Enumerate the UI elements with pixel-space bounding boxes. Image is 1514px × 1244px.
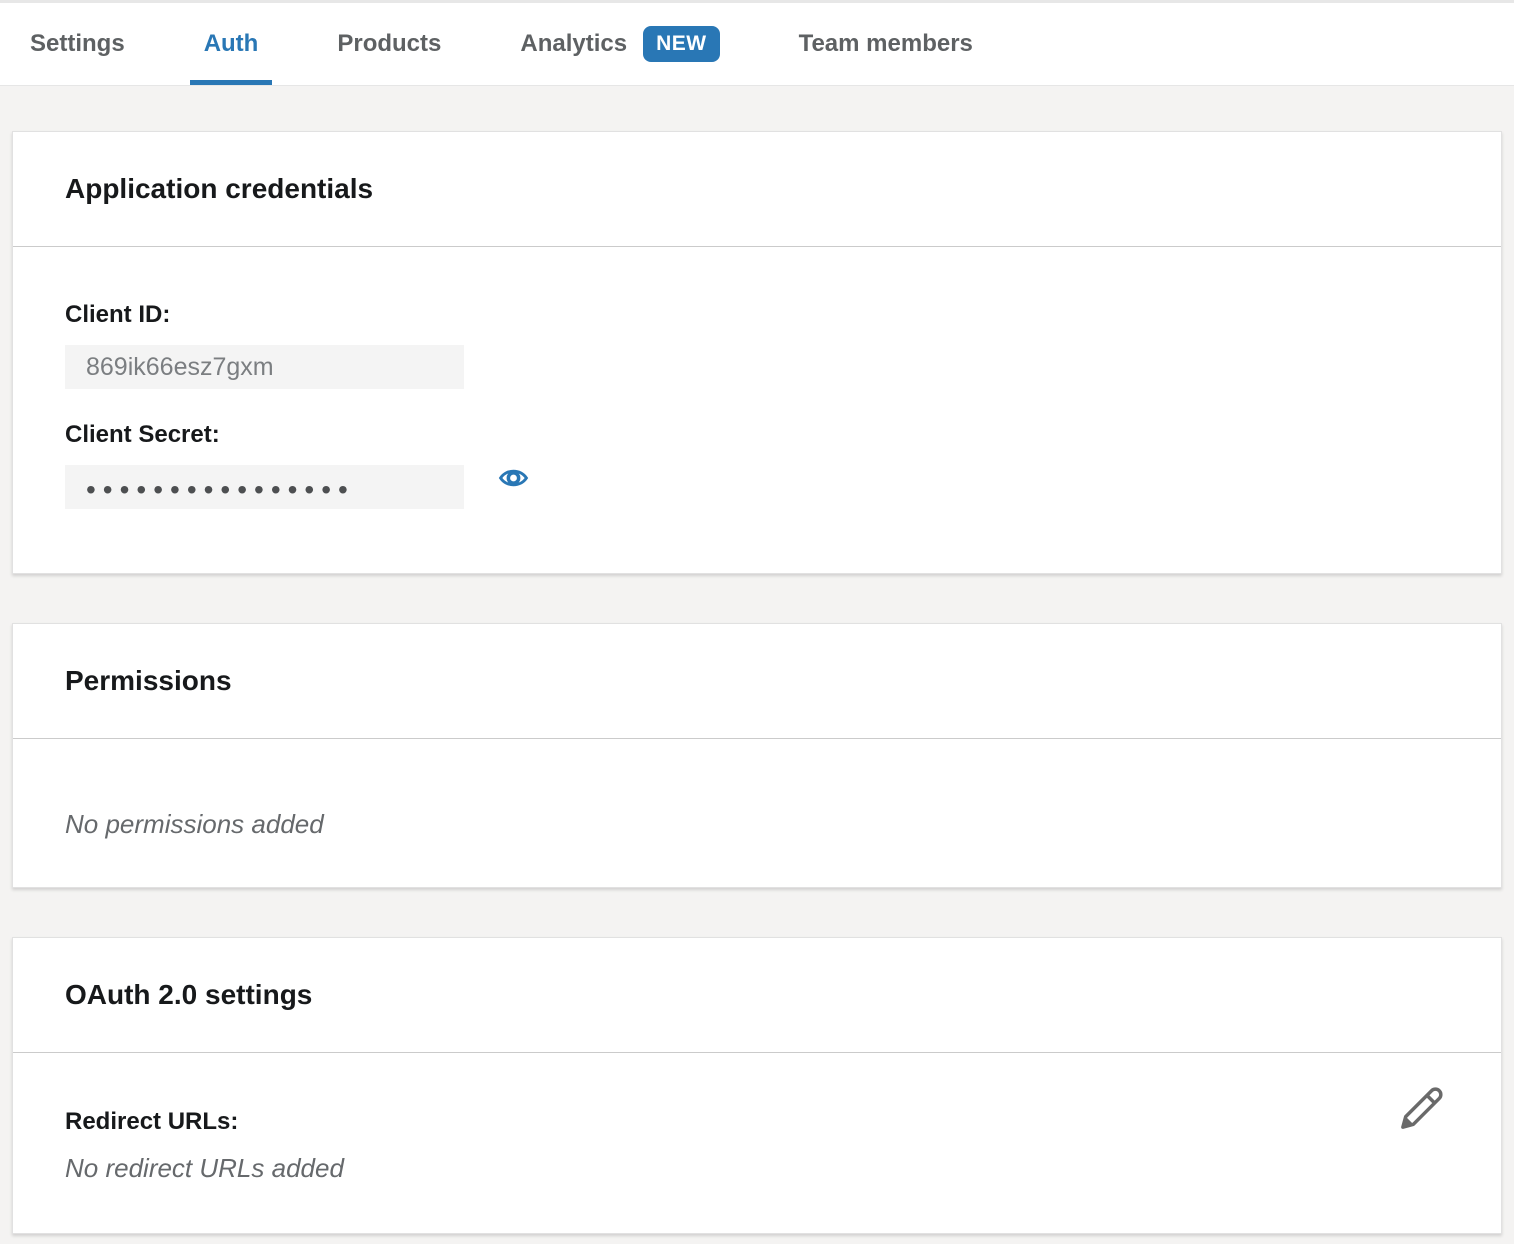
client-id-value: 869ik66esz7gxm xyxy=(86,353,274,382)
client-id-field[interactable]: 869ik66esz7gxm xyxy=(65,345,464,389)
permissions-header: Permissions xyxy=(13,624,1501,739)
application-credentials-body: Client ID: 869ik66esz7gxm Client Secret:… xyxy=(13,247,1501,573)
oauth-settings-title: OAuth 2.0 settings xyxy=(65,979,312,1011)
permissions-card: Permissions No permissions added xyxy=(12,623,1502,888)
tab-analytics-label: Analytics xyxy=(520,30,627,58)
application-credentials-title: Application credentials xyxy=(65,173,373,205)
tab-analytics[interactable]: Analytics NEW xyxy=(506,3,733,85)
oauth-settings-body: Redirect URLs: No redirect URLs added xyxy=(13,1053,1501,1233)
no-redirect-urls-text: No redirect URLs added xyxy=(65,1153,1449,1184)
tab-products[interactable]: Products xyxy=(323,3,455,85)
tab-settings-label: Settings xyxy=(30,30,125,58)
tab-auth[interactable]: Auth xyxy=(190,3,273,85)
permissions-body: No permissions added xyxy=(13,739,1501,887)
tab-settings[interactable]: Settings xyxy=(16,3,139,85)
edit-redirect-urls-button[interactable] xyxy=(1399,1085,1445,1134)
oauth-settings-header: OAuth 2.0 settings xyxy=(13,938,1501,1053)
oauth-settings-card: OAuth 2.0 settings Redirect URLs: No red… xyxy=(12,937,1502,1234)
tab-team-members-label: Team members xyxy=(799,30,973,58)
tab-team-members[interactable]: Team members xyxy=(785,3,987,85)
tab-auth-label: Auth xyxy=(204,30,259,58)
tab-products-label: Products xyxy=(337,30,441,58)
client-secret-field[interactable]: •••••••••••••••• xyxy=(65,465,464,509)
no-permissions-text: No permissions added xyxy=(65,809,1449,840)
pencil-icon xyxy=(1399,1085,1445,1134)
client-id-label: Client ID: xyxy=(65,301,1449,329)
application-credentials-header: Application credentials xyxy=(13,132,1501,247)
new-badge: NEW xyxy=(643,26,720,62)
application-credentials-card: Application credentials Client ID: 869ik… xyxy=(12,131,1502,574)
tab-bar: Settings Auth Products Analytics NEW Tea… xyxy=(0,0,1514,86)
client-secret-row: •••••••••••••••• xyxy=(65,449,1449,509)
eye-icon xyxy=(498,465,529,494)
client-secret-label: Client Secret: xyxy=(65,421,1449,449)
permissions-title: Permissions xyxy=(65,665,232,697)
client-secret-masked-value: •••••••••••••••• xyxy=(86,470,355,504)
redirect-urls-label: Redirect URLs: xyxy=(65,1108,1449,1136)
reveal-secret-button[interactable] xyxy=(498,465,529,494)
